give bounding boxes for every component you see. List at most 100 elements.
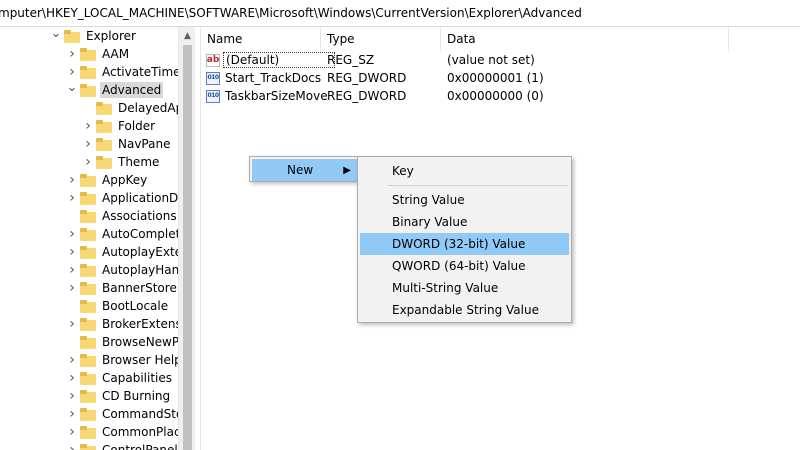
column-header-type[interactable]: Type <box>321 27 441 51</box>
column-header-data[interactable]: Data <box>441 27 729 51</box>
menu-item-new-label: New <box>287 163 314 177</box>
tree-item[interactable]: Folder <box>82 117 157 135</box>
menu-item-string-value-label: String Value <box>392 193 465 207</box>
tree-item[interactable]: CommonPlac <box>66 423 183 441</box>
folder-icon <box>80 335 96 349</box>
collapsed-chevron-icon[interactable] <box>82 153 94 171</box>
value-row[interactable]: 010 Start_TrackDocs REG_DWORD 0x00000001… <box>201 69 544 87</box>
column-header-name-label: Name <box>207 32 243 46</box>
folder-icon <box>80 443 96 450</box>
tree-item[interactable]: AutoplayHand <box>66 261 189 279</box>
tree-item[interactable]: BootLocale <box>66 297 170 315</box>
tree-item[interactable]: AppKey <box>66 171 149 189</box>
string-value-icon: ab <box>206 53 220 67</box>
tree-item[interactable]: Associations <box>66 207 179 225</box>
tree-item[interactable]: ControlPanel <box>66 441 180 450</box>
registry-tree[interactable]: Explorer AAM ActivateTimeclAdvanced Delayed… <box>0 27 195 450</box>
folder-icon <box>80 65 96 79</box>
tree-item[interactable]: Explorer <box>50 27 138 45</box>
tree-item[interactable]: AutoplayExten <box>66 243 192 261</box>
tree-item-label: AAM <box>102 47 130 61</box>
collapsed-chevron-icon[interactable] <box>66 405 78 423</box>
expanded-chevron-icon[interactable] <box>50 27 62 45</box>
value-type: REG_DWORD <box>327 71 407 85</box>
folder-icon <box>64 29 80 43</box>
collapsed-chevron-icon[interactable] <box>66 369 78 387</box>
tree-item[interactable]: Capabilities <box>66 369 174 387</box>
tree-item[interactable]: CD Burning <box>66 387 172 405</box>
menu-item-string-value[interactable]: String Value <box>360 189 569 211</box>
tree-item[interactable]: Browser Helpe <box>66 351 191 369</box>
collapsed-chevron-icon[interactable] <box>66 315 78 333</box>
tree-item[interactable]: Theme <box>82 153 161 171</box>
collapsed-chevron-icon[interactable] <box>66 189 78 207</box>
menu-item-dword-value-label: DWORD (32-bit) Value <box>392 237 526 251</box>
value-name: Start_TrackDocs <box>225 71 322 85</box>
value-data: (value not set) <box>447 53 535 67</box>
folder-icon <box>80 83 96 97</box>
menu-item-qword-value-label: QWORD (64-bit) Value <box>392 259 526 273</box>
collapsed-chevron-icon[interactable] <box>66 351 78 369</box>
tree-item-label: CommonPlac <box>102 425 181 439</box>
menu-item-binary-value[interactable]: Binary Value <box>360 211 569 233</box>
folder-icon <box>80 191 96 205</box>
folder-icon <box>80 173 96 187</box>
tree-item-label: NavPane <box>118 137 171 151</box>
menu-item-key[interactable]: Key <box>360 160 569 182</box>
collapsed-chevron-icon[interactable] <box>66 45 78 63</box>
tree-item-label: BootLocale <box>102 299 169 313</box>
menu-item-qword-value[interactable]: QWORD (64-bit) Value <box>360 255 569 277</box>
tree-item[interactable]: BannerStore <box>66 279 179 297</box>
tree-item[interactable]: BrowseNewPr <box>66 333 186 351</box>
scrollbar-thumb[interactable] <box>183 45 192 450</box>
collapsed-chevron-icon[interactable] <box>66 387 78 405</box>
tree-item[interactable]: ActivateTimecl <box>66 63 192 81</box>
tree-item-label: Explorer <box>86 29 136 43</box>
collapsed-chevron-icon[interactable] <box>66 171 78 189</box>
folder-icon <box>80 317 96 331</box>
value-row[interactable]: 010 TaskbarSizeMove REG_DWORD 0x00000000… <box>201 87 544 105</box>
column-header-data-label: Data <box>447 32 476 46</box>
tree-item-label: Associations <box>102 209 177 223</box>
collapsed-chevron-icon[interactable] <box>66 63 78 81</box>
tree-item[interactable]: NavPane <box>82 135 172 153</box>
value-row[interactable]: ab (Default) REG_SZ (value not set) <box>201 51 535 69</box>
expanded-chevron-icon[interactable] <box>66 81 78 99</box>
tree-item[interactable]: AAM <box>66 45 131 63</box>
collapsed-chevron-icon[interactable] <box>66 279 78 297</box>
menu-item-multi-string-value[interactable]: Multi-String Value <box>360 277 569 299</box>
collapsed-chevron-icon[interactable] <box>82 117 94 135</box>
menu-item-key-label: Key <box>392 164 414 178</box>
folder-icon <box>96 155 112 169</box>
collapsed-chevron-icon[interactable] <box>66 423 78 441</box>
scroll-up-arrow-icon[interactable]: ▲ <box>179 27 196 44</box>
tree-item[interactable]: ApplicationDe <box>66 189 188 207</box>
menu-item-dword-value[interactable]: DWORD (32-bit) Value <box>360 233 569 255</box>
folder-icon <box>80 281 96 295</box>
folder-icon <box>80 47 96 61</box>
tree-item-label: DelayedAp <box>118 101 184 115</box>
collapsed-chevron-icon[interactable] <box>82 135 94 153</box>
menu-item-new[interactable]: New ▶ <box>252 159 357 181</box>
tree-item[interactable]: BrokerExtensic <box>66 315 194 333</box>
tree-item-label: CommandSto <box>102 407 184 421</box>
address-path: mputer\HKEY_LOCAL_MACHINE\SOFTWARE\Micro… <box>0 6 582 20</box>
folder-icon <box>80 353 96 367</box>
address-bar[interactable]: mputer\HKEY_LOCAL_MACHINE\SOFTWARE\Micro… <box>0 0 800 27</box>
collapsed-chevron-icon[interactable] <box>66 441 78 450</box>
tree-item[interactable]: CommandSto <box>66 405 185 423</box>
column-header-type-label: Type <box>327 32 355 46</box>
tree-scrollbar[interactable]: ▲ <box>178 27 195 450</box>
menu-item-expandable-string-value[interactable]: Expandable String Value <box>360 299 569 321</box>
tree-item[interactable]: Advanced <box>66 81 164 99</box>
tree-item[interactable]: AutoComplete <box>66 225 190 243</box>
collapsed-chevron-icon[interactable] <box>66 261 78 279</box>
folder-icon <box>80 227 96 241</box>
tree-item[interactable]: DelayedAp <box>82 99 185 117</box>
value-name: TaskbarSizeMove <box>225 89 328 103</box>
menu-item-binary-value-label: Binary Value <box>392 215 468 229</box>
collapsed-chevron-icon[interactable] <box>66 225 78 243</box>
new-submenu: Key String Value Binary Value DWORD (32-… <box>357 156 572 323</box>
collapsed-chevron-icon[interactable] <box>66 243 78 261</box>
column-header-name[interactable]: Name <box>201 27 321 51</box>
